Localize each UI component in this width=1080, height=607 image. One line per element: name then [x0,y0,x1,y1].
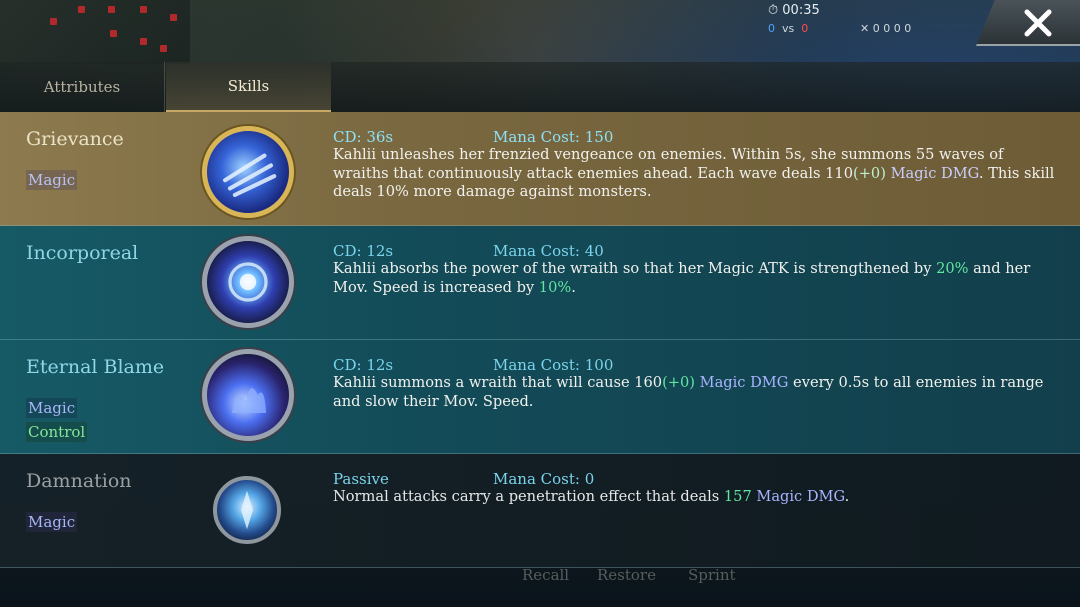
skill-cooldown: CD: 12s [333,356,394,374]
skill-passive-label: Passive [333,470,389,488]
skill-description: Normal attacks carry a penetration effec… [333,488,850,505]
bottom-action-bar: Recall Restore Sprint [0,566,1080,590]
spirit-orb-icon [202,236,294,328]
skill-cooldown: CD: 36s [333,128,394,146]
skill-row-grievance[interactable]: Grievance Magic CD: 36s Mana Cost: 150 K… [0,112,1080,226]
wraith-wave-icon [202,126,294,218]
blue-flame-icon [202,349,294,441]
tab-attributes[interactable]: Attributes [0,62,165,112]
tag-magic: Magic [26,170,78,190]
team-score: 0 vs 0 [768,22,808,35]
skill-list: Grievance Magic CD: 36s Mana Cost: 150 K… [0,112,1080,568]
vs-label: vs [782,22,795,35]
tag-magic: Magic [26,512,78,532]
skill-mana-cost: Mana Cost: 0 [493,470,595,488]
skill-name: Eternal Blame [26,356,165,378]
skill-cooldown: CD: 12s [333,242,394,260]
ice-shard-icon [213,476,281,544]
minimap[interactable] [0,0,190,64]
skill-name: Damnation [26,470,132,492]
restore-button[interactable]: Restore [597,566,656,584]
skill-row-damnation[interactable]: Damnation Magic Passive Mana Cost: 0 Nor… [0,454,1080,568]
detail-tabs: Attributes Skills [0,62,1080,112]
skill-row-incorporeal[interactable]: Incorporeal CD: 12s Mana Cost: 40 Kahlii… [0,226,1080,340]
skill-name: Grievance [26,128,124,150]
blue-team-score: 0 [768,22,775,35]
tag-magic: Magic [26,398,78,418]
clock-icon: ⏱ [768,3,779,18]
skill-mana-cost: Mana Cost: 100 [493,356,614,374]
skill-description: Kahlii summons a wraith that will cause … [333,374,1044,410]
skill-description: Kahlii unleashes her frenzied vengeance … [333,146,1055,200]
skill-name: Incorporeal [26,242,139,264]
skill-row-eternal-blame[interactable]: Eternal Blame Magic Control CD: 12s Mana… [0,340,1080,454]
skill-mana-cost: Mana Cost: 40 [493,242,604,260]
tag-control: Control [26,422,88,442]
recall-button[interactable]: Recall [522,566,569,584]
kda-stats: ✕ 0 0 0 0 [860,22,911,35]
skill-description: Kahlii absorbs the power of the wraith s… [333,260,1031,296]
tab-skills[interactable]: Skills [166,62,331,112]
kda-values: 0 0 0 0 [872,22,912,35]
crossed-swords-icon: ✕ [860,22,870,35]
red-team-score: 0 [801,22,809,35]
match-timer: ⏱ 00:35 [768,3,820,18]
timer-value: 00:35 [782,3,820,18]
sprint-button[interactable]: Sprint [688,566,736,584]
close-icon [1024,9,1052,37]
skill-mana-cost: Mana Cost: 150 [493,128,614,146]
